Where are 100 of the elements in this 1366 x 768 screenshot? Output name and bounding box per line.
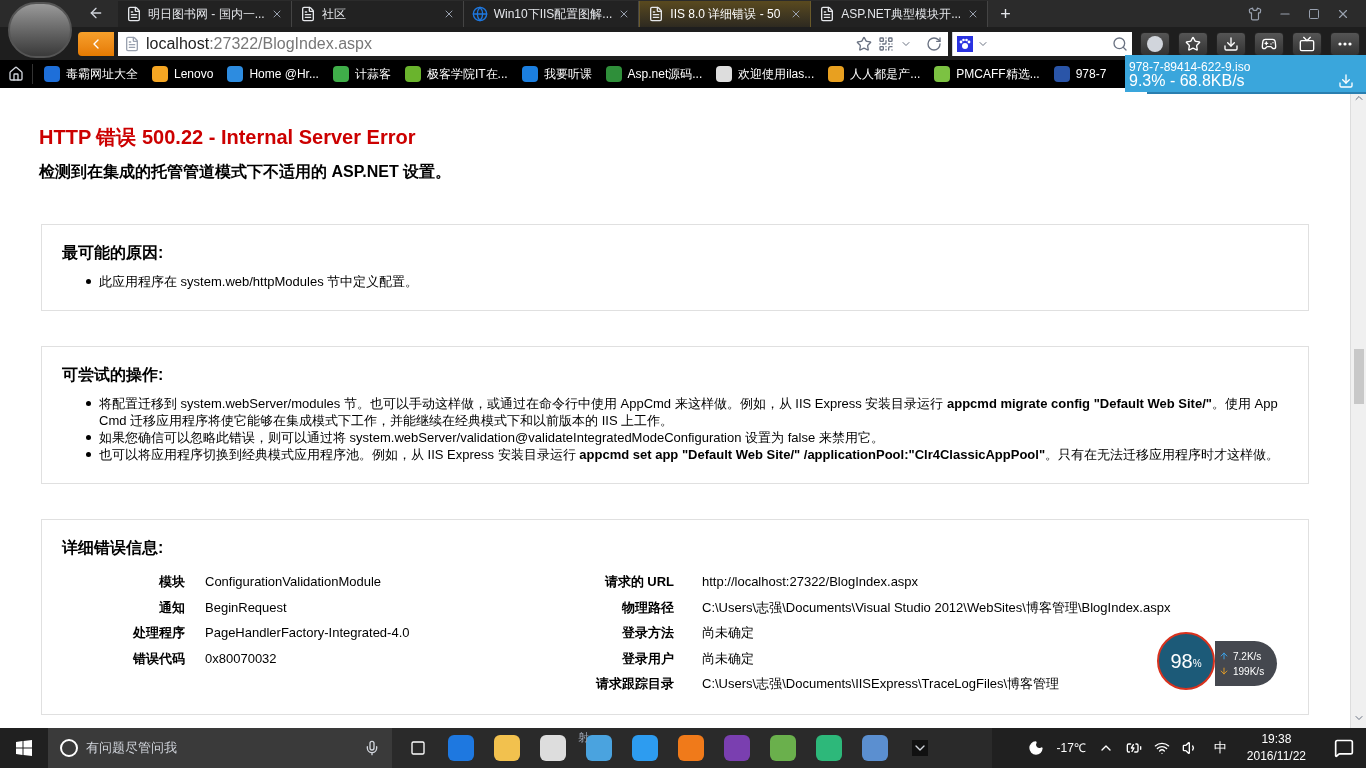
skin-icon[interactable] — [1248, 7, 1262, 21]
download-file-name: 978-7-89414-622-9.iso — [1129, 60, 1252, 73]
tv-icon — [1299, 35, 1315, 52]
bullet-icon — [86, 435, 91, 440]
taskbar-app-icon[interactable] — [770, 735, 796, 761]
browser-tab[interactable]: 社区 — [291, 1, 464, 27]
bookmark-link[interactable]: 978-7 — [1075, 65, 1107, 83]
detail-label: 请求跟踪目录 — [594, 675, 674, 693]
battery-icon[interactable] — [1125, 740, 1142, 756]
bookmark-link[interactable]: 人人都是产... — [850, 65, 921, 83]
search-box[interactable]: 有问题尽管问我 — [48, 728, 392, 768]
download-progress: 9.3% - 68.8KB/s — [1129, 72, 1246, 89]
section-heading: 最可能的原因: — [62, 243, 165, 263]
bullet-icon — [86, 452, 91, 457]
detail-label: 模块 — [157, 573, 185, 591]
bullet-icon — [86, 279, 91, 284]
detail-value: BeginRequest — [205, 598, 287, 617]
taskbar-app-icon[interactable] — [862, 735, 888, 761]
task-view-icon[interactable] — [408, 740, 428, 756]
back-button[interactable] — [78, 31, 114, 56]
section-heading: 详细错误信息: — [62, 538, 165, 558]
page-icon — [124, 35, 140, 52]
bookmark-link[interactable]: Home @Hr... — [249, 65, 319, 83]
toolbar-button[interactable] — [1254, 31, 1284, 56]
bookmark-link[interactable]: 极客学院IT在... — [426, 65, 508, 83]
list-item-text: 将配置迁移到 system.webServer/modules 节。也可以手动这样做，或通过在命令行中使用 AppCmd 来这样做。例如，从 IIS Express 安装目录运行 appcmd migrate config "Default Web Site/"。使用 AppCmd 迁移应用程序将使它能够在集成模式下工作，并能继续在经典模式下和以前版本的 IIS 上工作。 — [99, 395, 1279, 429]
page-icon — [648, 6, 665, 22]
net-speed-panel[interactable]: 7.2K/s 199K/s — [1215, 641, 1277, 686]
download-icon[interactable] — [1338, 72, 1354, 89]
globe-icon — [471, 6, 488, 22]
error-subtitle: 检测到在集成的托管管道模式下不适用的 ASP.NET 设置。 — [39, 162, 453, 182]
new-tab-button[interactable]: + — [988, 1, 1023, 27]
toolbar-button[interactable] — [1216, 31, 1246, 56]
page-icon — [819, 6, 836, 22]
detail-label: 登录用户 — [621, 649, 674, 668]
bookmark-link[interactable]: 计蒜客 — [354, 65, 391, 83]
restore-icon[interactable] — [1308, 8, 1320, 20]
browser-tab[interactable]: IIS 8.0 详细错误 - 50 — [639, 1, 812, 27]
qr-code-icon[interactable] — [878, 35, 894, 52]
search-icon[interactable] — [1112, 35, 1128, 52]
browser-tab[interactable]: ASP.NET典型模块开... — [811, 1, 989, 27]
microphone-icon — [364, 740, 380, 756]
bookmark-star-icon[interactable] — [856, 35, 872, 52]
browser-tab[interactable]: 明日图书网 - 国内一... — [118, 1, 292, 27]
star-icon — [1185, 35, 1201, 52]
undo-close-icon[interactable] — [88, 5, 104, 21]
home-icon[interactable] — [8, 66, 24, 82]
scrollbar-thumb[interactable] — [1353, 349, 1364, 404]
paw-icon — [957, 35, 973, 52]
moon-icon — [1028, 740, 1045, 756]
browser-logo[interactable] — [8, 2, 72, 58]
taskbar-app-icon[interactable] — [540, 735, 566, 761]
toolbar-button[interactable] — [1292, 31, 1322, 56]
network-icon[interactable] — [1153, 740, 1170, 756]
taskbar-app-icon[interactable] — [494, 735, 520, 761]
taskbar-app-icon[interactable] — [816, 735, 842, 761]
list-item-text: 如果您确信可以忽略此错误，则可以通过将 system.webServer/validation@validateIntegratedModeConfiguration 设置为 false 来禁用它。 — [99, 429, 884, 446]
toolbar-button[interactable] — [1178, 31, 1208, 56]
memory-gauge[interactable]: 98% — [1157, 632, 1215, 690]
taskbar-app-icon[interactable] — [632, 735, 658, 761]
bookmark-link[interactable]: 欢迎使用ilas... — [738, 65, 815, 83]
toolbar-button[interactable] — [1330, 31, 1360, 56]
detail-value: 尚未确定 — [702, 649, 754, 668]
toolbar-button[interactable] — [1140, 31, 1170, 56]
browser-tab[interactable]: Win10下IIS配置图解... — [463, 1, 640, 27]
detail-value: C:\Users\志强\Documents\IISExpress\TraceLogFiles\博客管理 — [702, 675, 1060, 693]
bookmark-link[interactable]: 毒霸网址大全 — [66, 65, 138, 83]
download-icon — [1223, 35, 1239, 52]
bookmark-link[interactable]: Lenovo — [174, 65, 214, 83]
detail-value: PageHandlerFactory-Integrated-4.0 — [205, 624, 410, 642]
detail-value: 尚未确定 — [702, 624, 754, 642]
detail-label: 物理路径 — [621, 598, 674, 617]
taskbar-fragment: 射 — [578, 730, 589, 745]
list-item-text: 也可以将应用程序切换到经典模式应用程序池。例如，从 IIS Express 安装目录运行 appcmd set app "Default Web Site/" /applicationPool:"Clr4ClassicAppPool"。只有在无法迁移应用程序时才这样做。 — [99, 446, 1280, 463]
page-icon — [299, 6, 316, 22]
taskbar-app-icon[interactable] — [678, 735, 704, 761]
address-field[interactable]: localhost:27322/BlogIndex.aspx — [118, 31, 948, 56]
clock[interactable]: 19:38 2016/11/22 — [1238, 731, 1314, 765]
bookmark-link[interactable]: Asp.net源码... — [627, 65, 703, 83]
detail-label: 错误代码 — [132, 649, 185, 668]
url-text: localhost:27322/BlogIndex.aspx — [146, 33, 372, 54]
detail-value: http://localhost:27322/BlogIndex.aspx — [702, 573, 919, 591]
bookmark-link[interactable]: PMCAFF精选... — [956, 65, 1040, 83]
chevron-icon[interactable] — [912, 740, 928, 756]
upload-speed: 7.2K/s — [1219, 648, 1277, 664]
list-item-text: 此应用程序在 system.web/httpModules 节中定义配置。 — [99, 273, 419, 290]
input-method[interactable]: 中 — [1213, 738, 1227, 758]
search-field[interactable] — [952, 31, 1132, 56]
cortana-icon — [60, 739, 78, 757]
temperature[interactable]: -17℃ — [1056, 739, 1086, 757]
notification-icon[interactable] — [1334, 738, 1354, 758]
page-icon — [126, 6, 142, 22]
windows-icon — [16, 740, 32, 756]
bookmark-link[interactable]: 我要听课 — [543, 65, 592, 83]
section-heading: 可尝试的操作: — [62, 365, 165, 385]
detail-value: 0x80070032 — [205, 649, 277, 668]
error-title: HTTP 错误 500.22 - Internal Server Error — [39, 125, 417, 150]
close-icon[interactable] — [1336, 7, 1350, 21]
refresh-icon[interactable] — [926, 35, 942, 52]
arrow-down-icon — [1219, 666, 1229, 676]
